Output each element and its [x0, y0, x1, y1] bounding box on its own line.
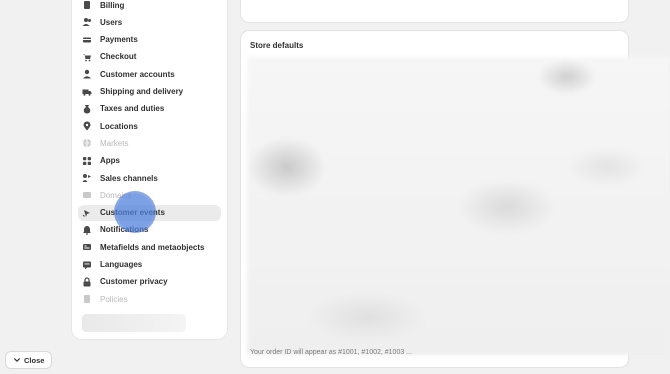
lock-icon [82, 277, 92, 287]
settings-sidebar: Billing Users Payments Checkout Customer acc… [72, 0, 227, 339]
location-pin-icon [82, 121, 92, 131]
sidebar-item-languages[interactable]: Languages [78, 257, 221, 273]
sidebar-item-billing[interactable]: Billing [78, 0, 221, 13]
billing-icon [82, 0, 92, 10]
truck-icon [82, 87, 92, 97]
bell-icon [82, 225, 92, 235]
cart-icon [82, 52, 92, 62]
sidebar-item-label: Sales channels [100, 173, 158, 183]
sidebar-item-apps[interactable]: Apps [78, 153, 221, 169]
apps-icon [82, 156, 92, 166]
sidebar-item-label: Shipping and delivery [100, 87, 184, 96]
close-button[interactable]: Close [6, 352, 52, 368]
sidebar-item-customer-accounts[interactable]: Customer accounts [78, 66, 221, 82]
sidebar-item-checkout[interactable]: Checkout [78, 49, 221, 65]
taxes-icon [82, 104, 92, 114]
sidebar-item-label: Checkout [100, 52, 137, 62]
sidebar-item-label: Languages [100, 260, 143, 269]
sidebar-item-label: Taxes and duties [100, 104, 165, 114]
sidebar-item-locations[interactable]: Locations [78, 118, 221, 134]
store-defaults-title: Store defaults [250, 41, 304, 50]
sidebar-item-markets: Markets [78, 135, 221, 151]
sidebar-item-label: Customer accounts [100, 69, 175, 79]
person-icon [82, 69, 92, 79]
store-defaults-card: Store defaults Your order ID will appear… [241, 31, 670, 367]
close-label: Close [24, 355, 45, 365]
sidebar-item-label: Payments [100, 35, 138, 45]
sidebar-item-payments[interactable]: Payments [78, 32, 221, 48]
sidebar-item-customer-privacy[interactable]: Customer privacy [78, 274, 221, 290]
order-id-format-text: Your order ID will appear as #1001, #100… [250, 349, 413, 356]
sidebar-item-label: Billing [100, 0, 125, 10]
domains-icon [82, 190, 92, 200]
customer-events-icon [82, 208, 92, 218]
sidebar-item-policies: Policies [78, 291, 221, 307]
sidebar-item-shipping-and-delivery[interactable]: Shipping and delivery [78, 84, 221, 100]
blurred-content [247, 57, 670, 355]
top-card [241, 0, 628, 22]
sidebar-footer-placeholder [82, 314, 186, 332]
languages-icon [82, 260, 92, 270]
users-icon [82, 17, 92, 27]
sidebar-item-label: Users [100, 17, 123, 27]
payments-icon [82, 35, 92, 45]
sidebar-item-taxes-and-duties[interactable]: Taxes and duties [78, 101, 221, 117]
sidebar-item-label: Markets [100, 138, 129, 148]
chevron-down-icon [14, 358, 20, 362]
sidebar-item-label: Locations [100, 121, 138, 131]
sidebar-item-label: Apps [100, 156, 120, 166]
sidebar-item-metafields-and-metaobjects[interactable]: Metafields and metaobjects [78, 239, 221, 255]
sidebar-item-notifications[interactable]: Notifications [78, 222, 221, 238]
pointer-cursor-highlight [116, 193, 154, 231]
sidebar-item-label: Customer privacy [100, 277, 168, 287]
sales-channels-icon [82, 173, 92, 183]
globe-icon [82, 138, 92, 149]
metafields-icon [82, 242, 92, 252]
policies-icon [82, 294, 92, 304]
sidebar-item-sales-channels[interactable]: Sales channels [78, 170, 221, 186]
blurred-divider [247, 237, 670, 267]
sidebar-item-label: Metafields and metaobjects [100, 242, 205, 252]
sidebar-item-label: Policies [100, 294, 128, 304]
sidebar-item-users[interactable]: Users [78, 14, 221, 30]
